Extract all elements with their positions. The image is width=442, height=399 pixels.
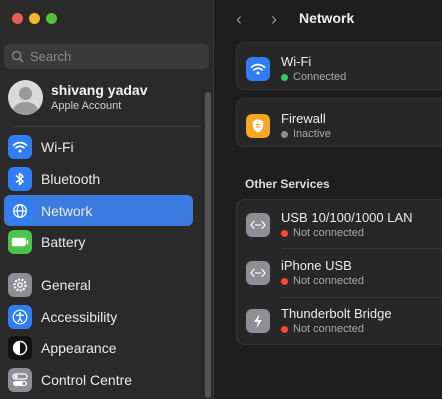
sidebar-item-general[interactable]: General (4, 269, 193, 300)
status-dot (281, 73, 288, 81)
firewall-row[interactable]: Firewall Inactive (246, 111, 331, 141)
account-row[interactable]: shivang yadav Apple Account (8, 80, 148, 115)
search-input[interactable] (30, 49, 190, 64)
service-status: Not connected (281, 322, 392, 336)
service-row-thunderbolt-bridge[interactable]: Thunderbolt Bridge Not connected (246, 306, 392, 336)
sidebar-item-label: Appearance (41, 339, 117, 356)
wifi-status: Connected (281, 70, 346, 84)
sidebar-item-network[interactable]: Network (4, 195, 193, 226)
row-divider (281, 297, 442, 298)
row-divider (281, 248, 442, 249)
globe-icon (8, 198, 32, 223)
ethernet-icon (246, 213, 270, 237)
gear-icon (8, 272, 32, 297)
account-subtitle: Apple Account (51, 100, 122, 112)
sidebar-item-label: Network (41, 202, 93, 219)
firewall-status: Inactive (281, 127, 331, 141)
sidebar-scrollbar[interactable] (205, 92, 211, 398)
main-content: ‹ › Network Wi-Fi Connected Firewall Ina… (215, 0, 442, 399)
wifi-row[interactable]: Wi-Fi Connected (246, 54, 346, 84)
wifi-icon (8, 134, 32, 159)
wifi-card[interactable]: Wi-Fi Connected (236, 42, 442, 90)
sidebar: shivang yadav Apple Account Wi-Fi Blueto… (0, 0, 214, 399)
sidebar-item-appearance[interactable]: Appearance (4, 332, 193, 363)
thunderbolt-icon (246, 309, 270, 333)
service-status: Not connected (281, 274, 364, 288)
sidebar-item-label: Bluetooth (41, 170, 101, 187)
status-dot (281, 325, 288, 333)
other-services-heading: Other Services (245, 177, 330, 191)
wifi-icon (246, 57, 270, 81)
status-dot (281, 277, 288, 285)
search-icon (11, 50, 24, 63)
sidebar-divider (12, 126, 202, 127)
sidebar-item-accessibility[interactable]: Accessibility (4, 301, 193, 332)
service-title: Thunderbolt Bridge (281, 306, 392, 321)
wifi-title: Wi-Fi (281, 54, 312, 69)
status-dot (281, 130, 288, 138)
sidebar-item-wifi[interactable]: Wi-Fi (4, 131, 193, 162)
page-title: Network (299, 10, 355, 26)
service-row-iphone-usb[interactable]: iPhone USB Not connected (246, 258, 364, 288)
firewall-title: Firewall (281, 111, 326, 126)
back-button[interactable]: ‹ (236, 9, 242, 30)
status-text: Not connected (293, 323, 364, 335)
shield-icon (246, 114, 270, 138)
zoom-window-button[interactable] (46, 13, 57, 24)
bluetooth-icon (8, 166, 32, 191)
appearance-icon (8, 335, 32, 360)
service-row-usb-lan[interactable]: USB 10/100/1000 LAN Not connected (246, 210, 413, 240)
sidebar-item-label: General (41, 276, 91, 293)
status-text: Not connected (293, 227, 364, 239)
minimize-window-button[interactable] (29, 13, 40, 24)
status-text: Not connected (293, 275, 364, 287)
status-dot (281, 229, 288, 237)
ethernet-icon (246, 261, 270, 285)
accessibility-icon (8, 304, 32, 329)
service-title: USB 10/100/1000 LAN (281, 210, 413, 225)
window-controls (12, 13, 57, 24)
sidebar-item-battery[interactable]: Battery (4, 226, 193, 257)
service-status: Not connected (281, 226, 413, 240)
sidebar-item-label: Wi-Fi (41, 138, 74, 155)
sidebar-item-control-centre[interactable]: Control Centre (4, 364, 193, 395)
sidebar-item-label: Battery (41, 233, 86, 250)
other-services-card: USB 10/100/1000 LAN Not connected iPhone… (236, 199, 442, 345)
status-text: Inactive (293, 128, 331, 140)
battery-icon (8, 229, 32, 254)
sidebar-item-bluetooth[interactable]: Bluetooth (4, 163, 193, 194)
sidebar-item-label: Control Centre (41, 371, 133, 388)
status-text: Connected (293, 71, 347, 83)
control-centre-icon (8, 367, 32, 392)
close-window-button[interactable] (12, 13, 23, 24)
avatar (8, 80, 43, 115)
service-title: iPhone USB (281, 258, 352, 273)
account-name: shivang yadav (51, 82, 148, 98)
forward-button[interactable]: › (271, 9, 277, 30)
sidebar-item-label: Accessibility (41, 308, 118, 325)
firewall-card[interactable]: Firewall Inactive (236, 98, 442, 147)
search-field[interactable] (4, 44, 209, 69)
